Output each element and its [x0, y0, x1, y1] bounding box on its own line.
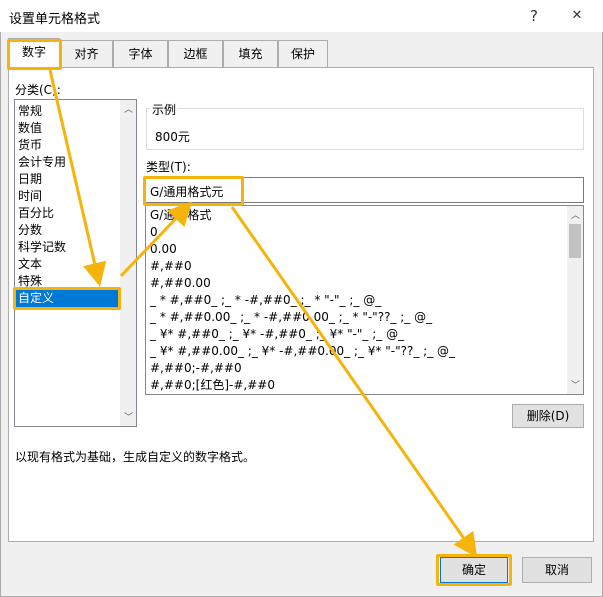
format-item[interactable]: #,##0;-#,##0: [150, 360, 242, 377]
cancel-button[interactable]: 取消: [522, 557, 592, 583]
tab-fill[interactable]: 填充: [223, 40, 278, 67]
format-item[interactable]: _ * #,##0_ ;_ * -#,##0_ ;_ * "-"_ ;_ @_: [150, 292, 381, 309]
category-scrollbar[interactable]: ︿ ﹀: [120, 100, 136, 426]
type-label: 类型(T):: [146, 160, 191, 174]
category-item-number[interactable]: 数值: [18, 120, 42, 137]
format-item[interactable]: 0: [150, 224, 158, 241]
category-item-text[interactable]: 文本: [18, 256, 42, 273]
category-label: 分类(C):: [15, 83, 61, 97]
highlight-box-number-tab: [7, 39, 62, 70]
category-item-currency[interactable]: 货币: [18, 137, 42, 154]
format-item[interactable]: _ * #,##0.00_ ;_ * -#,##0.00_ ;_ * "-"??…: [150, 309, 432, 326]
dialog-title: 设置单元格格式: [9, 12, 101, 27]
highlight-box-type-input: [143, 176, 244, 206]
scroll-down-icon[interactable]: ﹀: [120, 410, 136, 423]
tab-protection[interactable]: 保护: [278, 40, 328, 67]
format-item[interactable]: 0.00: [150, 241, 177, 258]
tab-font[interactable]: 字体: [113, 40, 168, 67]
category-item-time[interactable]: 时间: [18, 188, 42, 205]
scroll-down-icon[interactable]: ﹀: [567, 378, 583, 391]
format-item[interactable]: #,##0.00: [150, 275, 211, 292]
category-list[interactable]: 常规 数值 货币 会计专用 日期 时间 百分比 分数 科学记数 文本 特殊 自定…: [14, 99, 137, 427]
format-item[interactable]: G/通用格式: [150, 207, 211, 224]
sample-label: 示例: [150, 101, 179, 118]
scroll-thumb[interactable]: [569, 224, 581, 258]
highlight-box-ok: [436, 554, 512, 586]
tab-border[interactable]: 边框: [168, 40, 223, 67]
scroll-up-icon[interactable]: ︿: [567, 208, 583, 221]
category-item-scientific[interactable]: 科学记数: [18, 239, 66, 256]
format-scrollbar[interactable]: ︿ ﹀: [567, 206, 583, 394]
format-item[interactable]: _ ¥* #,##0.00_ ;_ ¥* -#,##0.00_ ;_ ¥* "-…: [150, 343, 455, 360]
delete-button[interactable]: 删除(D): [512, 404, 584, 428]
tab-alignment[interactable]: 对齐: [60, 40, 113, 67]
format-item[interactable]: #,##0;[红色]-#,##0: [150, 377, 275, 394]
description-text: 以现有格式为基础，生成自定义的数字格式。: [15, 450, 256, 464]
close-icon[interactable]: ✕: [565, 4, 589, 28]
category-item-percentage[interactable]: 百分比: [18, 205, 54, 222]
category-item-fraction[interactable]: 分数: [18, 222, 42, 239]
format-item[interactable]: #,##0: [150, 258, 192, 275]
scroll-up-icon[interactable]: ︿: [120, 102, 136, 115]
category-item-accounting[interactable]: 会计专用: [18, 154, 66, 171]
highlight-box-custom: [13, 287, 121, 310]
help-icon[interactable]: ?: [522, 4, 546, 28]
category-item-general[interactable]: 常规: [18, 103, 42, 120]
sample-group: [146, 108, 584, 150]
format-list[interactable]: G/通用格式 0 0.00 #,##0 #,##0.00 _ * #,##0_ …: [145, 205, 584, 395]
sample-value: 800元: [155, 130, 190, 144]
category-item-date[interactable]: 日期: [18, 171, 42, 188]
format-item[interactable]: _ ¥* #,##0_ ;_ ¥* -#,##0_ ;_ ¥* "-"_ ;_ …: [150, 326, 404, 343]
